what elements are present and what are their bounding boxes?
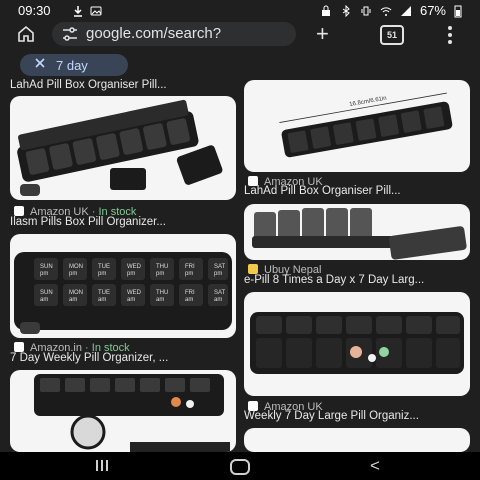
tab-switcher-button[interactable]: 51 [380,25,404,45]
product-image[interactable] [244,292,470,396]
period-label: am [98,297,106,303]
period-label: pm [127,271,135,277]
image-icon [90,4,102,16]
filter-chip-label: 7 day [56,58,88,73]
signal-icon [400,5,412,17]
shopping-tag-icon [20,184,40,196]
day-label: TUE [98,290,110,296]
wifi-icon [380,5,392,17]
day-label: WED [127,264,142,270]
result-title[interactable]: LahAd Pill Box Organiser Pill... [10,79,230,91]
product-image[interactable]: 16.8cm/6.61in [244,80,470,172]
status-bar: 09:30 67% [0,0,480,20]
period-label: pm [156,271,164,277]
day-label: MON [69,290,83,296]
period-label: am [156,297,164,303]
day-label: FRI [185,264,195,270]
period-label: pm [98,271,106,277]
amazon-favicon-icon [14,206,24,216]
day-label: SAT [214,264,226,270]
period-label: pm [69,271,77,277]
day-label: FRI [185,290,195,296]
period-label: pm [185,271,193,277]
vibrate-icon [360,5,372,17]
lock-icon [320,5,332,17]
result-title[interactable]: 7 Day Weekly Pill Organizer, ... [10,352,230,364]
day-label: SUN [40,290,53,296]
day-label: MON [69,264,83,270]
back-button[interactable]: < [370,456,380,476]
close-icon[interactable] [34,57,46,72]
period-label: am [127,297,135,303]
address-bar[interactable]: google.com/search? [52,22,296,46]
period-label: pm [214,271,222,277]
period-label: am [214,297,222,303]
filter-chip[interactable]: 7 day [20,54,128,76]
recent-apps-button[interactable] [96,460,108,471]
day-label: THU [156,264,168,270]
battery-icon [454,5,466,17]
period-label: am [69,297,77,303]
day-label: SAT [214,290,226,296]
shopping-tag-icon [20,322,40,334]
site-info-icon[interactable] [62,27,78,46]
result-title[interactable]: Ilasm Pills Box Pill Organizer... [10,216,230,228]
clock: 09:30 [18,3,51,18]
browser-toolbar: google.com/search? + 51 [0,20,480,48]
day-label: SUN [40,264,53,270]
bluetooth-icon [340,4,352,17]
overflow-menu-icon[interactable] [448,26,452,47]
period-label: am [185,297,193,303]
download-icon [72,4,84,17]
new-tab-button[interactable]: + [316,23,329,45]
dimension-label: 16.8cm/6.61in [349,96,387,108]
ubuy-favicon-icon [248,264,258,274]
url-text: google.com/search? [86,25,222,42]
day-label: THU [156,290,168,296]
period-label: pm [40,271,48,277]
home-button[interactable] [230,459,250,475]
product-image[interactable] [10,96,236,200]
product-image[interactable]: SUN pm SUN am MON pm MON am TUE pm TUE am WED pm WED am… [10,234,236,338]
product-image[interactable] [244,428,470,452]
day-label: WED [127,290,142,296]
day-label: TUE [98,264,110,270]
result-title[interactable]: LahAd Pill Box Organiser Pill... [244,185,470,197]
amazon-favicon-icon [14,342,24,352]
result-title[interactable]: e-Pill 8 Times a Day x 7 Day Larg... [244,274,470,286]
result-title[interactable]: Weekly 7 Day Large Pill Organiz... [244,410,470,422]
battery-percent: 67% [419,3,446,18]
period-label: am [40,297,48,303]
product-image[interactable] [244,204,470,260]
product-image[interactable] [10,370,236,452]
home-icon[interactable] [16,24,36,44]
system-nav-bar: < [0,452,480,480]
